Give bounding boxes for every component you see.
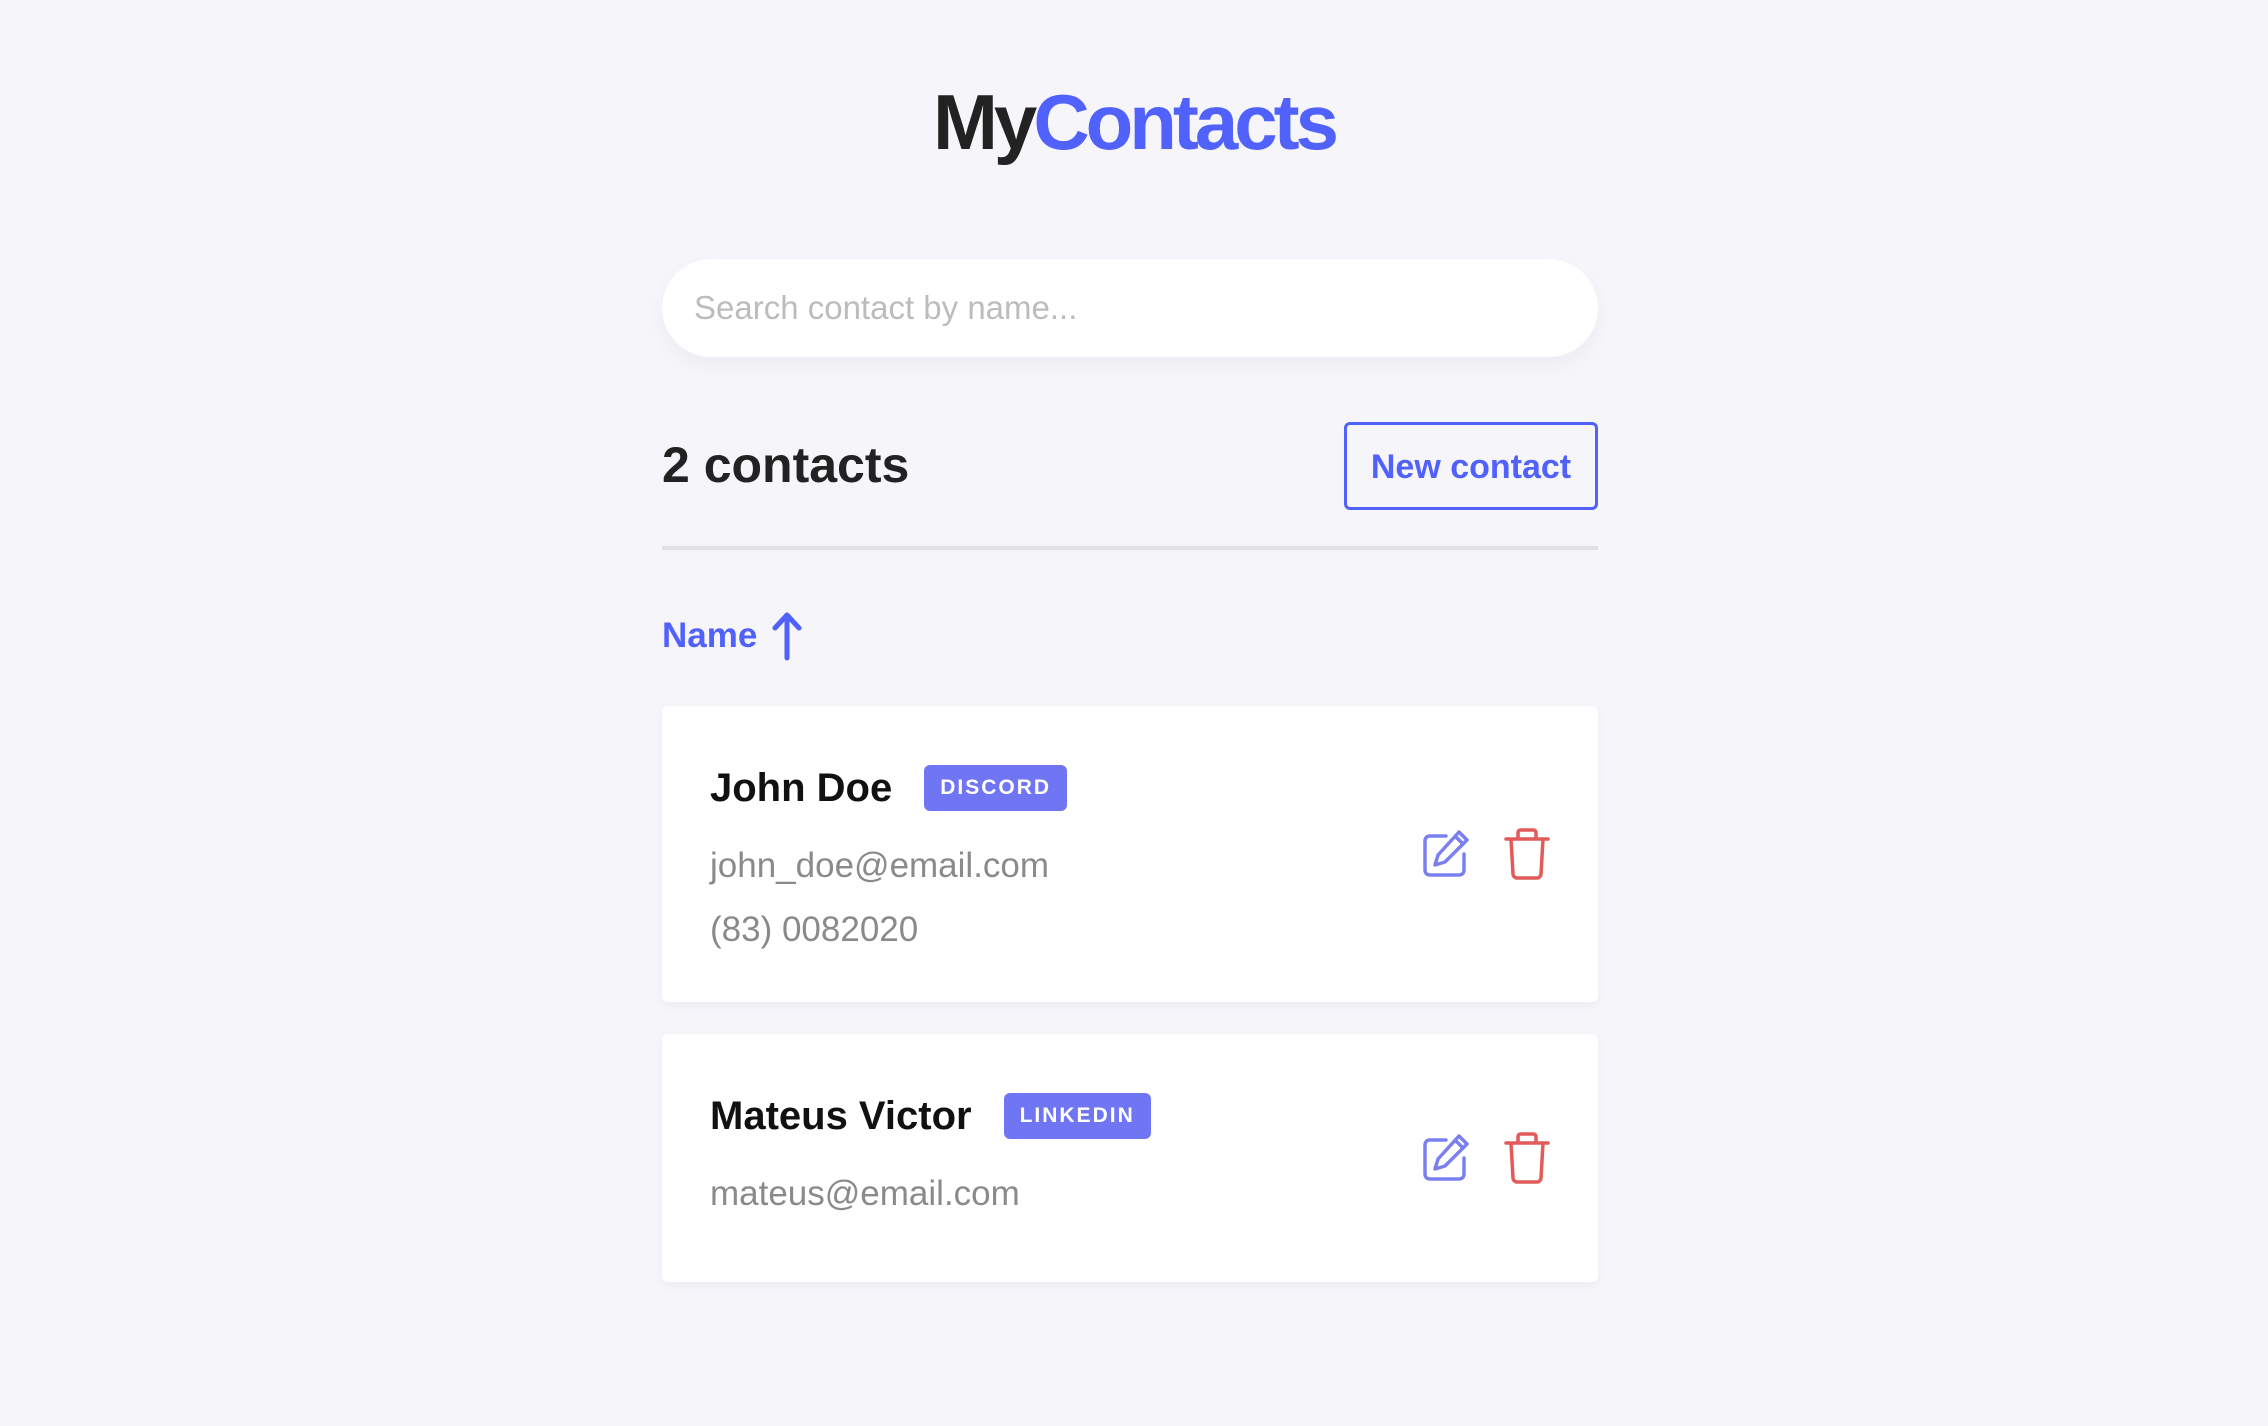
new-contact-button[interactable]: New contact [1344, 422, 1598, 510]
contact-email: mateus@email.com [710, 1174, 1020, 1213]
search-input[interactable] [662, 259, 1598, 357]
list-header: 2 contacts New contact [662, 422, 1598, 550]
logo-my-text: My [932, 78, 1037, 166]
contact-email: john_doe@email.com [710, 846, 1050, 885]
delete-contact-button[interactable] [1502, 1132, 1552, 1184]
contact-phone: (83) 0082020 [710, 910, 919, 949]
delete-contact-button[interactable] [1502, 828, 1552, 880]
logo-contacts-text: Contacts [1033, 78, 1339, 166]
edit-contact-button[interactable] [1420, 1132, 1470, 1184]
category-badge: DISCORD [924, 765, 1068, 811]
contacts-count: 2 contacts [662, 437, 910, 493]
contact-actions [1420, 828, 1552, 880]
contact-actions [1420, 1132, 1552, 1184]
sort-by-name-button[interactable]: Name [662, 608, 803, 664]
arrow-up-icon [771, 610, 803, 662]
trash-icon [1504, 1132, 1550, 1184]
edit-icon [1423, 830, 1469, 877]
app-logo: MyContacts [0, 72, 2268, 172]
edit-contact-button[interactable] [1420, 828, 1470, 880]
category-badge: LINKEDIN [1003, 1093, 1151, 1139]
edit-icon [1423, 1134, 1469, 1181]
trash-icon [1504, 828, 1550, 880]
sort-label: Name [662, 616, 758, 655]
contact-name-row: John Doe DISCORD [710, 758, 1068, 818]
contact-card: Mateus Victor LINKEDIN mateus@email.com [662, 1034, 1598, 1282]
contact-name: John Doe [710, 766, 893, 810]
contact-name-row: Mateus Victor LINKEDIN [710, 1086, 1151, 1146]
contact-card: John Doe DISCORD john_doe@email.com (83)… [662, 706, 1598, 1002]
contact-name: Mateus Victor [710, 1094, 972, 1138]
